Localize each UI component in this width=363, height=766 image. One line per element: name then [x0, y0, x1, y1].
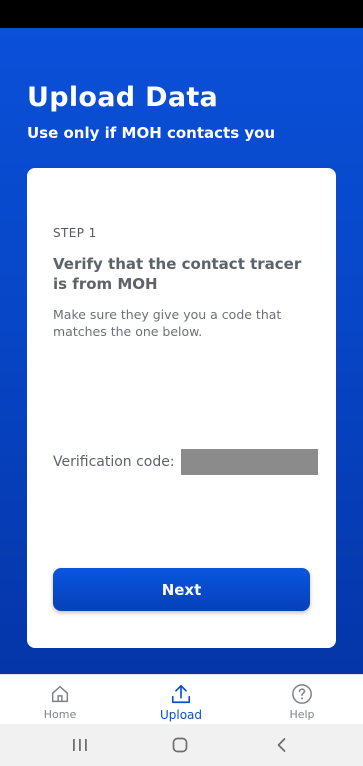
recent-apps-icon[interactable] [70, 736, 90, 754]
nav-item-home[interactable]: Home [20, 675, 100, 725]
step-heading: Verify that the contact tracer is from M… [53, 255, 302, 293]
home-circle-icon[interactable] [170, 736, 190, 754]
main-panel: Upload Data Use only if MOH contacts you… [0, 28, 363, 674]
status-bar [0, 0, 363, 28]
next-button[interactable]: Next [53, 568, 310, 611]
verification-row: Verification code: [53, 449, 318, 475]
step-label: STEP 1 [53, 226, 97, 240]
page-title: Upload Data [27, 82, 219, 113]
upload-step-card: STEP 1 Verify that the contact tracer is… [27, 168, 336, 648]
home-icon [51, 685, 69, 703]
upload-icon [171, 684, 191, 704]
nav-item-upload[interactable]: Upload [141, 675, 221, 725]
bottom-navigation: Home Upload Help [0, 674, 363, 725]
verification-code-label: Verification code: [53, 454, 175, 470]
nav-label-help: Help [289, 708, 315, 721]
nav-label-upload: Upload [159, 708, 203, 722]
step-description: Make sure they give you a code that matc… [53, 307, 282, 339]
page-subtitle: Use only if MOH contacts you [27, 124, 276, 142]
verification-code-value [180, 449, 318, 475]
help-icon [292, 684, 312, 704]
system-navigation-bar [0, 724, 363, 766]
nav-label-home: Home [43, 708, 77, 721]
back-icon[interactable] [272, 736, 292, 754]
nav-item-help[interactable]: Help [262, 675, 342, 725]
